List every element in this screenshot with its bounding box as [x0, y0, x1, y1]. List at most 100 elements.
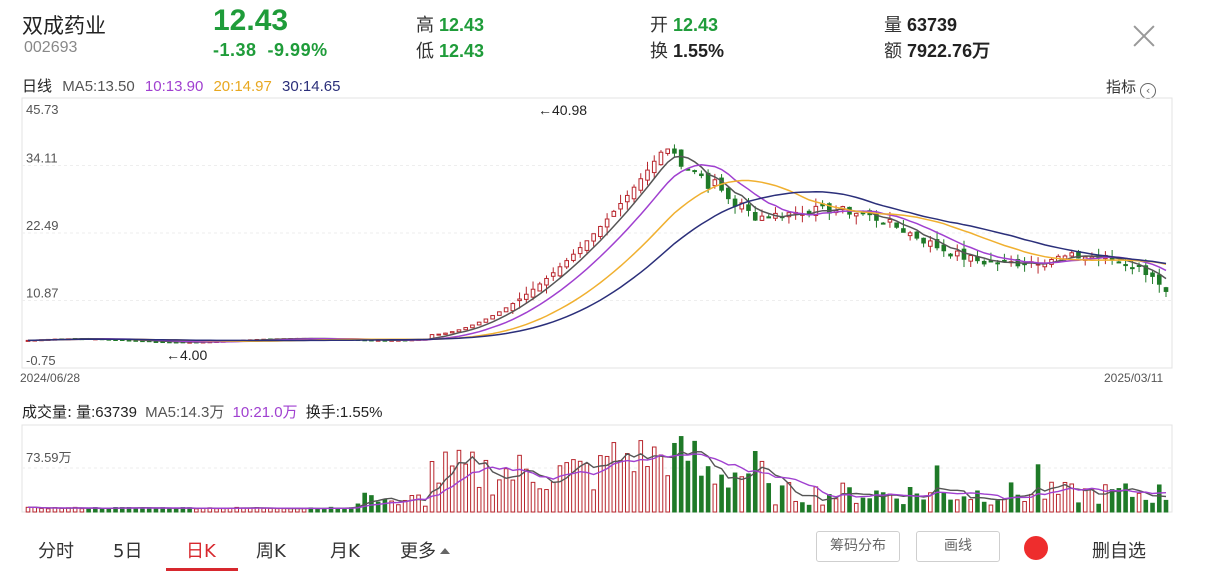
candle-body: [713, 180, 717, 186]
chip-distribution-button[interactable]: 筹码分布: [816, 531, 900, 562]
volume-bar: [619, 461, 623, 512]
volume-panel-frame: [22, 425, 1172, 512]
y-tick-label: 34.11: [26, 151, 58, 166]
candle-body: [902, 229, 906, 233]
volume-bar: [1157, 485, 1161, 512]
ma5-line: [28, 156, 1166, 342]
candle-body: [1070, 253, 1074, 256]
volume-bar: [1131, 497, 1135, 512]
ma-lines: [28, 156, 1166, 342]
candle-body: [915, 232, 919, 238]
candle-body: [599, 226, 603, 236]
volume-bar: [989, 505, 993, 512]
volume-bar: [471, 452, 475, 512]
candle-body: [437, 334, 441, 335]
candle-body: [558, 267, 562, 276]
volume-legend: 成交量:量:63739 MA5:14.3万 10:21.0万 换手:1.55%: [22, 401, 386, 422]
candle-body: [632, 187, 636, 199]
candle-body: [572, 254, 576, 260]
volume-bar: [524, 469, 528, 512]
volume-bar: [888, 494, 892, 512]
volume-bar: [982, 502, 986, 512]
volume-bar: [612, 443, 616, 512]
kline-chart[interactable]: 45.7334.1122.4910.87-0.75 ←40.98 ←4.00 2…: [0, 0, 1206, 520]
volume-bar: [949, 500, 953, 512]
volume-bar: [632, 472, 636, 512]
remove-watchlist-button[interactable]: 删自选: [1092, 537, 1146, 563]
volume-bar: [363, 493, 367, 512]
volume-bar: [545, 490, 549, 512]
tab-monthly-k[interactable]: 月K: [330, 537, 360, 563]
tab-5day[interactable]: 5日: [113, 537, 142, 563]
volume-bar: [801, 503, 805, 512]
candle-body: [504, 308, 508, 312]
volume-bar: [868, 499, 872, 512]
candle-body: [753, 213, 757, 221]
volume-bar: [60, 508, 64, 512]
volume-title: 成交量:: [22, 403, 72, 421]
volume-bar: [518, 455, 522, 512]
volume-bar: [538, 489, 542, 512]
candle-body: [498, 312, 502, 316]
candle-body: [888, 220, 892, 223]
volume-bar: [787, 483, 791, 512]
volume-bar: [1056, 494, 1060, 512]
tab-intraday[interactable]: 分时: [38, 537, 74, 563]
tab-more[interactable]: 更多: [400, 537, 450, 563]
period-tabs: 分时 5日 日K 周K 月K 更多 筹码分布 画线 删自选: [0, 522, 1206, 576]
volume-bar: [558, 466, 562, 512]
volume-bar: [592, 490, 596, 512]
volume-bar: [1063, 482, 1067, 512]
tab-weekly-k[interactable]: 周K: [256, 537, 286, 563]
volume-bar: [504, 469, 508, 512]
volume-bar: [895, 499, 899, 512]
draw-line-button[interactable]: 画线: [916, 531, 1000, 562]
volume-bar: [26, 507, 30, 512]
candle-body: [700, 174, 704, 175]
candle-body: [955, 251, 959, 256]
volume-ma10-line: [28, 454, 1166, 509]
tab-daily-k[interactable]: 日K: [186, 537, 216, 563]
volume-bar: [1144, 500, 1148, 512]
volume-bar: [269, 508, 273, 512]
candle-body: [585, 241, 589, 251]
volume-bar: [370, 496, 374, 512]
volume-bar: [282, 509, 286, 512]
volume-bar: [464, 464, 468, 512]
candle-body: [565, 261, 569, 267]
candle-body: [578, 248, 582, 254]
volume-bar: [969, 500, 973, 512]
record-dot-icon[interactable]: [1024, 536, 1048, 560]
volume-bar: [646, 467, 650, 512]
volume-bar: [397, 505, 401, 512]
volume-bar: [1083, 489, 1087, 512]
candle-body: [1117, 262, 1121, 263]
candle-body: [477, 322, 481, 325]
volume-bar: [774, 505, 778, 512]
triangle-up-icon: [440, 548, 450, 554]
volume-bar: [107, 509, 111, 512]
volume-bar: [740, 477, 744, 512]
candle-body: [908, 233, 912, 236]
candle-body: [659, 152, 663, 164]
volume-bar: [666, 476, 670, 512]
volume-bar: [80, 509, 84, 512]
tab-more-label: 更多: [400, 541, 436, 562]
volume-bar: [410, 496, 414, 512]
volume-bar: [87, 509, 91, 512]
volume-bar: [706, 467, 710, 512]
volume-bar: [498, 480, 502, 512]
volume-ma10: 10:21.0万: [233, 404, 298, 421]
candle-body: [471, 325, 475, 328]
volume-bar: [417, 495, 421, 512]
candle-body: [982, 261, 986, 263]
volume-bar: [1043, 499, 1047, 512]
candle-body: [464, 328, 468, 330]
volume-bar: [1023, 501, 1027, 512]
volume-bar: [551, 482, 555, 512]
y-tick-label: -0.75: [26, 353, 56, 368]
volume-bar: [713, 484, 717, 512]
candle-body: [612, 211, 616, 216]
volume-bar: [794, 501, 798, 512]
candle-body: [652, 161, 656, 172]
